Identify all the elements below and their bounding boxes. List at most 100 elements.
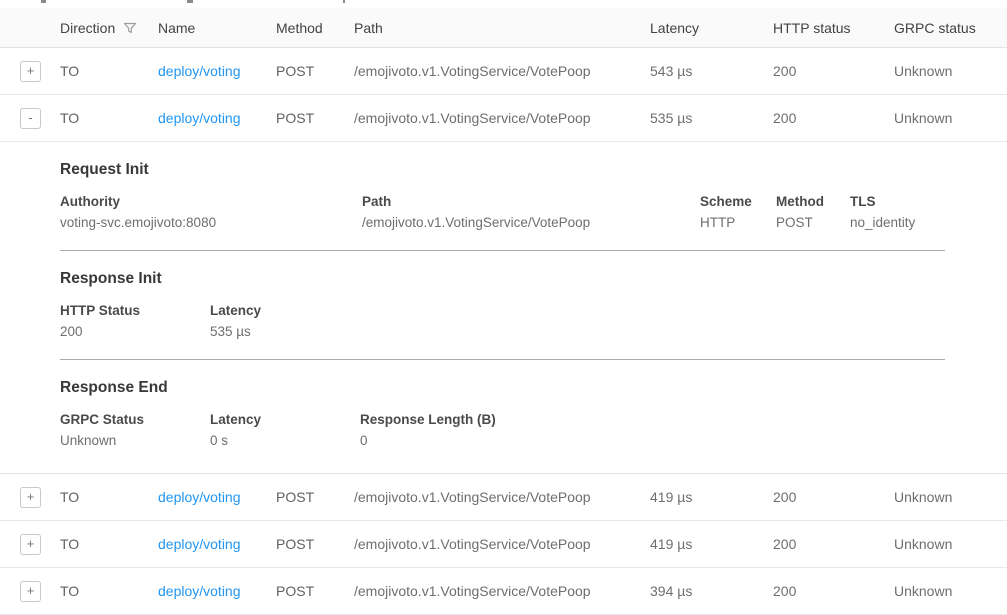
method-cell: POST [276,583,354,599]
method-value: POST [776,212,850,233]
name-cell: deploy/voting [158,583,276,599]
request-init-section: Request Init Authority voting-svc.emojiv… [60,161,945,233]
expand-row-button[interactable]: + [20,487,41,508]
grpc-status-field: GRPC Status Unknown [60,410,210,451]
table-row: + TO deploy/voting POST /emojivoto.v1.Vo… [0,48,1007,95]
column-header-path: Path [354,20,650,36]
name-link[interactable]: deploy/voting [158,63,241,79]
path-cell: /emojivoto.v1.VotingService/VotePoop [354,536,650,552]
expand-row-button[interactable]: + [20,534,41,555]
tls-value: no_identity [850,212,915,233]
section-divider [60,250,945,251]
latency-field: Latency 0 s [210,410,360,451]
authority-label: Authority [60,192,362,212]
latency-value: 535 µs [210,321,261,342]
http-status-cell: 200 [773,583,894,599]
direction-cell: TO [60,110,158,126]
expand-row-button[interactable]: + [20,61,41,82]
table-header-row: Direction Name Method Path Latency HTTP … [0,8,1007,48]
latency-label: Latency [210,301,261,321]
tls-field: TLS no_identity [850,192,915,233]
expander-cell: + [0,61,60,82]
column-header-latency: Latency [650,20,773,36]
expand-row-button[interactable]: + [20,581,41,602]
path-value: /emojivoto.v1.VotingService/VotePoop [362,212,700,233]
path-label: Path [362,192,700,212]
authority-field: Authority voting-svc.emojivoto:8080 [60,192,362,233]
tls-label: TLS [850,192,915,212]
expander-cell: + [0,581,60,602]
name-cell: deploy/voting [158,489,276,505]
http-status-cell: 200 [773,63,894,79]
latency-cell: 419 µs [650,536,773,552]
table-row-expanded: - TO deploy/voting POST /emojivoto.v1.Vo… [0,95,1007,142]
expander-cell: - [0,108,60,129]
response-init-section: Response Init HTTP Status 200 Latency 53… [60,270,945,342]
request-init-title: Request Init [60,161,945,179]
path-cell: /emojivoto.v1.VotingService/VotePoop [354,110,650,126]
name-cell: deploy/voting [158,110,276,126]
grpc-status-cell: Unknown [894,536,1007,552]
clipped-text-fragments [0,0,1007,8]
table-row: + TO deploy/voting POST /emojivoto.v1.Vo… [0,568,1007,615]
http-status-value: 200 [60,321,210,342]
method-cell: POST [276,63,354,79]
table-row: + TO deploy/voting POST /emojivoto.v1.Vo… [0,521,1007,568]
grpc-status-cell: Unknown [894,110,1007,126]
name-link[interactable]: deploy/voting [158,110,241,126]
grpc-status-cell: Unknown [894,489,1007,505]
latency-label: Latency [210,410,360,430]
clipped-text-fragment [187,0,193,3]
http-status-cell: 200 [773,110,894,126]
name-link[interactable]: deploy/voting [158,489,241,505]
response-length-value: 0 [360,430,496,451]
response-length-field: Response Length (B) 0 [360,410,496,451]
authority-value: voting-svc.emojivoto:8080 [60,212,362,233]
grpc-status-label: GRPC Status [60,410,210,430]
scheme-label: Scheme [700,192,776,212]
section-divider [60,359,945,360]
latency-cell: 394 µs [650,583,773,599]
name-cell: deploy/voting [158,63,276,79]
tap-results-page: Direction Name Method Path Latency HTTP … [0,0,1007,586]
path-cell: /emojivoto.v1.VotingService/VotePoop [354,63,650,79]
grpc-status-cell: Unknown [894,583,1007,599]
expander-cell: + [0,534,60,555]
direction-cell: TO [60,489,158,505]
method-cell: POST [276,110,354,126]
tap-table: Direction Name Method Path Latency HTTP … [0,8,1007,615]
method-cell: POST [276,536,354,552]
latency-cell: 419 µs [650,489,773,505]
response-end-section: Response End GRPC Status Unknown Latency… [60,379,945,451]
path-field: Path /emojivoto.v1.VotingService/VotePoo… [362,192,700,233]
http-status-field: HTTP Status 200 [60,301,210,342]
name-link[interactable]: deploy/voting [158,536,241,552]
column-header-name: Name [158,20,276,36]
http-status-label: HTTP Status [60,301,210,321]
path-cell: /emojivoto.v1.VotingService/VotePoop [354,489,650,505]
clipped-text-fragment [343,0,345,3]
column-header-grpc-status: GRPC status [894,20,1007,36]
response-init-title: Response Init [60,270,945,288]
response-length-label: Response Length (B) [360,410,496,430]
expander-cell: + [0,487,60,508]
collapse-row-button[interactable]: - [20,108,41,129]
grpc-status-value: Unknown [60,430,210,451]
latency-cell: 535 µs [650,110,773,126]
http-status-cell: 200 [773,489,894,505]
filter-icon[interactable] [123,21,137,35]
latency-field: Latency 535 µs [210,301,261,342]
direction-cell: TO [60,536,158,552]
method-cell: POST [276,489,354,505]
name-link[interactable]: deploy/voting [158,583,241,599]
column-header-method: Method [276,20,354,36]
scheme-field: Scheme HTTP [700,192,776,233]
method-label: Method [776,192,850,212]
column-header-direction-label: Direction [60,20,115,36]
clipped-text-fragment [41,0,46,3]
response-end-title: Response End [60,379,945,397]
scheme-value: HTTP [700,212,776,233]
method-field: Method POST [776,192,850,233]
column-header-direction: Direction [60,20,158,36]
direction-cell: TO [60,63,158,79]
